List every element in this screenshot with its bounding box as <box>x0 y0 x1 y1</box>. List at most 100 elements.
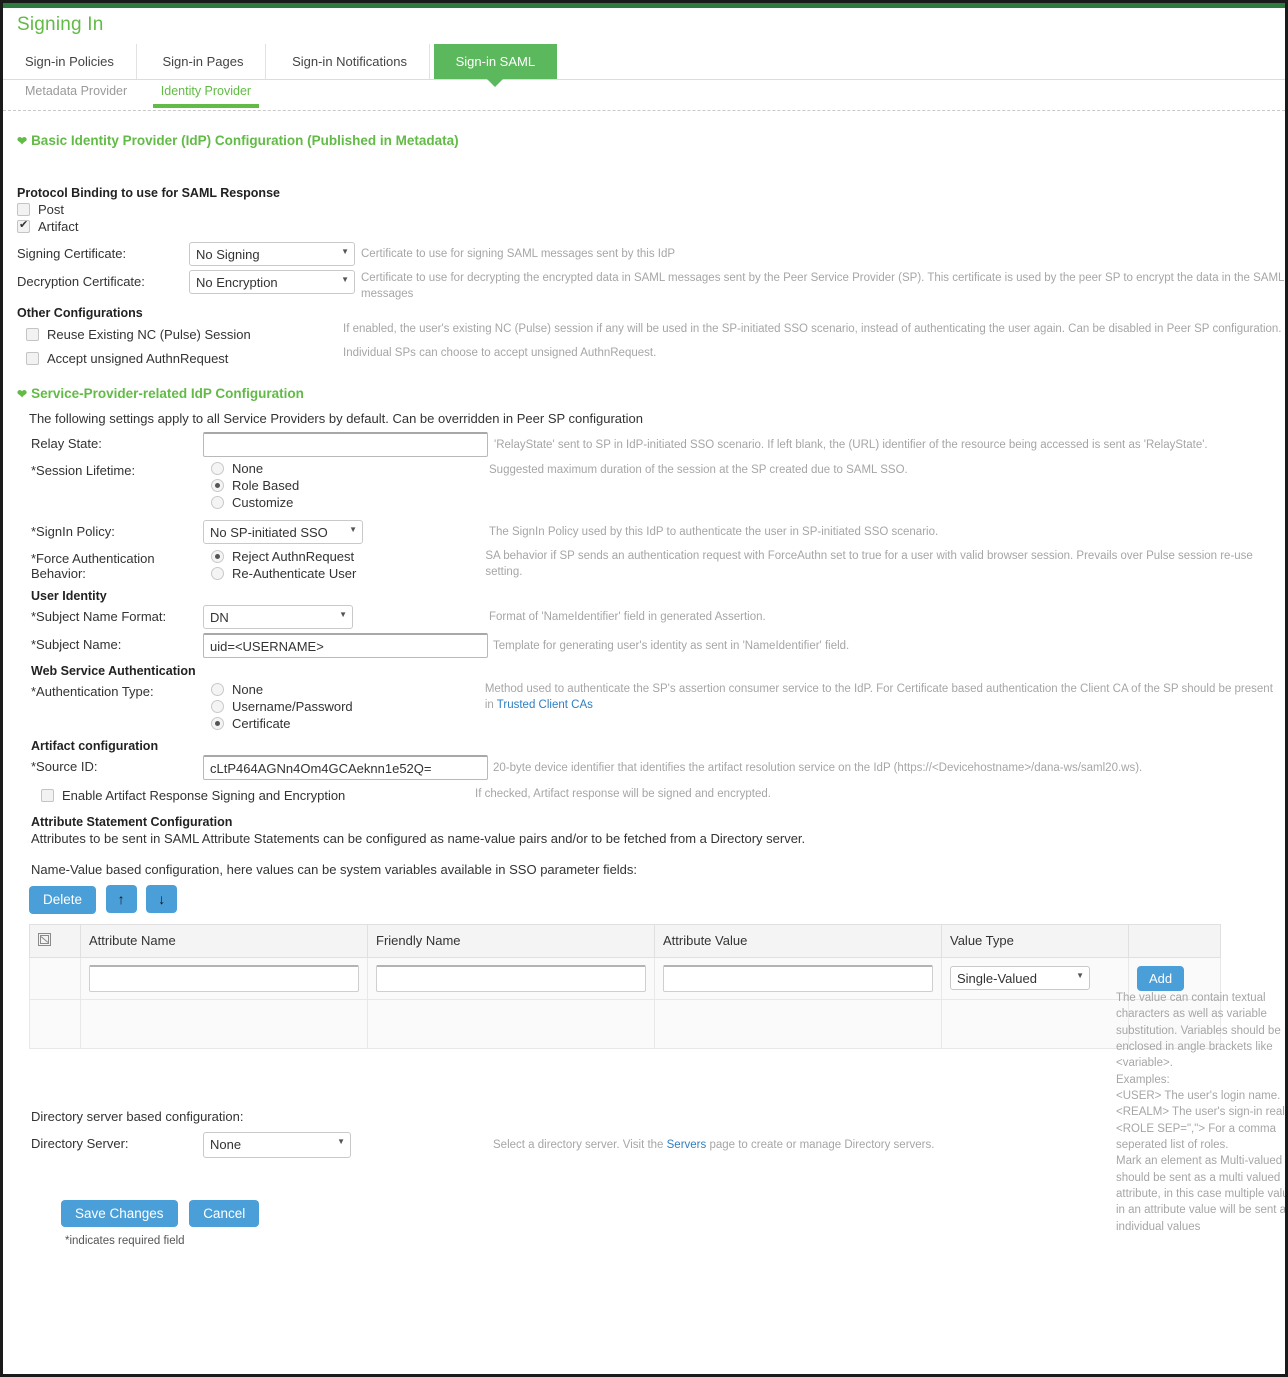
session-lifetime-label: *Session Lifetime: <box>31 463 136 479</box>
checkbox-enable-artifact-signing-row[interactable]: Enable Artifact Response Signing and Enc… <box>17 786 475 803</box>
subject-name-control <box>203 633 493 659</box>
accept-unsigned-row: Accept unsigned AuthnRequest Individual … <box>17 346 1285 368</box>
radio-session-lifetime-none-row[interactable]: None <box>211 461 489 476</box>
signing-certificate-row: Signing Certificate: No Signing Certific… <box>17 242 1285 266</box>
decryption-certificate-select[interactable]: No Encryption <box>189 270 355 294</box>
reuse-session-row: Reuse Existing NC (Pulse) Session If ena… <box>17 322 1285 344</box>
signin-policy-help: The SignIn Policy used by this IdP to au… <box>489 526 939 539</box>
relay-state-input[interactable] <box>203 432 488 458</box>
attribute-toolbar: Delete ↑ ↓ <box>29 885 1285 914</box>
save-changes-button[interactable]: Save Changes <box>61 1199 178 1228</box>
signin-policy-select[interactable]: No SP-initiated SSO <box>203 520 363 545</box>
tab-sign-in-saml[interactable]: Sign-in SAML <box>433 44 558 87</box>
subject-name-format-help: Format of 'NameIdentifier' field in gene… <box>489 611 766 624</box>
subject-name-format-select[interactable]: DN <box>203 605 353 630</box>
column-friendly-name: Friendly Name <box>367 923 655 958</box>
radio-session-lifetime-role-based-row[interactable]: Role Based <box>211 478 489 493</box>
add-button[interactable]: Add <box>1137 965 1185 991</box>
radio-reject-authnrequest[interactable] <box>211 550 224 564</box>
checkbox-reuse-session-row[interactable]: Reuse Existing NC (Pulse) Session <box>17 324 343 342</box>
directory-server-select[interactable]: None <box>203 1131 351 1158</box>
attributes-table: Attribute Name Friendly Name Attribute V… <box>29 923 1221 1049</box>
select-all-header[interactable] <box>29 923 81 958</box>
directory-server-help-text-2: page to create or manage Directory serve… <box>706 1138 935 1151</box>
new-row-select-cell <box>29 956 81 1000</box>
attributes-new-row: Single-Valued Add <box>29 956 1221 1000</box>
new-attribute-value-input[interactable] <box>663 964 933 992</box>
checkbox-enable-artifact-signing[interactable] <box>41 789 54 803</box>
servers-link[interactable]: Servers <box>667 1139 707 1151</box>
signing-certificate-label: Signing Certificate: <box>17 246 127 261</box>
value-type-select[interactable]: Single-Valued <box>950 966 1090 991</box>
radio-auth-username-password-row[interactable]: Username/Password <box>211 699 485 714</box>
source-id-help: 20-byte device identifier that identifie… <box>493 762 1143 775</box>
move-up-button[interactable]: ↑ <box>105 885 137 914</box>
checkbox-artifact-row[interactable]: Artifact <box>17 218 1285 234</box>
source-id-input[interactable] <box>203 755 488 781</box>
subject-name-format-control: DN <box>203 605 489 630</box>
empty-row-value-type-cell <box>941 998 1129 1049</box>
checkbox-post-row[interactable]: Post <box>17 202 1285 217</box>
signin-policy-label: *SignIn Policy: <box>31 524 115 540</box>
radio-session-lifetime-customize-label: Customize <box>232 495 294 511</box>
attributes-table-head: Attribute Name Friendly Name Attribute V… <box>29 923 1221 958</box>
checkbox-accept-unsigned-row[interactable]: Accept unsigned AuthnRequest <box>17 348 343 366</box>
protocol-binding-label: Protocol Binding to use for SAML Respons… <box>17 186 280 200</box>
new-friendly-name-input[interactable] <box>376 964 646 992</box>
attribute-statement-configuration-label: Attribute Statement Configuration <box>31 815 233 830</box>
decryption-certificate-row: Decryption Certificate: No Encryption Ce… <box>17 270 1285 302</box>
radio-re-authenticate-user-row[interactable]: Re-Authenticate User <box>211 566 485 581</box>
tab-sign-in-pages[interactable]: Sign-in Pages <box>141 44 267 79</box>
subject-name-input[interactable] <box>203 633 488 659</box>
subtab-identity-provider[interactable]: Identity Provider <box>152 80 260 108</box>
new-attribute-name-input[interactable] <box>89 964 359 992</box>
delete-button[interactable]: Delete <box>29 886 97 914</box>
decryption-certificate-label: Decryption Certificate: <box>17 274 145 289</box>
column-attribute-value: Attribute Value <box>654 923 942 958</box>
checkbox-reuse-existing-session[interactable] <box>26 328 39 342</box>
session-lifetime-row: *Session Lifetime: None Role Based Custo… <box>17 459 1285 512</box>
tab-sign-in-policies[interactable]: Sign-in Policies <box>3 44 137 79</box>
select-all-checkbox-icon[interactable] <box>38 932 51 946</box>
section-basic-idp-body: Protocol Binding to use for SAML Respons… <box>3 152 1285 368</box>
subject-name-format-label: *Subject Name Format: <box>31 609 167 625</box>
force-authentication-label-line2: Behavior: <box>31 566 86 582</box>
checkbox-accept-unsigned-authnrequest[interactable] <box>26 352 39 366</box>
radio-auth-none[interactable] <box>211 683 224 697</box>
radio-auth-username-password[interactable] <box>211 700 224 714</box>
source-id-label: *Source ID: <box>31 759 98 775</box>
new-row-attribute-name-cell <box>80 956 368 1000</box>
tab-sign-in-notifications[interactable]: Sign-in Notifications <box>270 44 430 79</box>
user-identity-label: User Identity <box>31 589 107 604</box>
radio-auth-none-row[interactable]: None <box>211 682 485 697</box>
decryption-certificate-control: No Encryption <box>189 270 355 294</box>
radio-session-lifetime-role-based-label: Role Based <box>232 478 300 494</box>
cancel-button[interactable]: Cancel <box>189 1199 260 1228</box>
authentication-type-help-text: Method used to authenticate the SP's ass… <box>484 683 1273 711</box>
force-authentication-help: SA behavior if SP sends an authenticatio… <box>485 550 1253 578</box>
checkbox-post-label: Post <box>38 202 65 217</box>
radio-session-lifetime-role-based[interactable] <box>211 479 224 493</box>
section-sp-related-header[interactable]: ❤ Service-Provider-related IdP Configurat… <box>3 370 1285 405</box>
signing-certificate-select[interactable]: No Signing <box>189 242 355 266</box>
accept-unsigned-help: Individual SPs can choose to accept unsi… <box>343 347 657 360</box>
checkbox-artifact[interactable] <box>17 218 30 233</box>
radio-reject-authnrequest-row[interactable]: Reject AuthnRequest <box>211 549 485 564</box>
checkbox-post[interactable] <box>17 203 30 216</box>
section-basic-idp-header[interactable]: ❤ Basic Identity Provider (IdP) Configura… <box>3 115 1285 152</box>
radio-session-lifetime-none[interactable] <box>211 462 224 476</box>
move-down-button[interactable]: ↓ <box>146 885 178 914</box>
radio-re-authenticate-user[interactable] <box>211 567 224 581</box>
trusted-client-cas-link[interactable]: Trusted Client CAs <box>497 699 593 711</box>
source-id-row: *Source ID: 20-byte device identifier th… <box>17 755 1285 781</box>
subtab-metadata-provider[interactable]: Metadata Provider <box>17 80 135 104</box>
radio-auth-certificate-label: Certificate <box>232 716 291 732</box>
radio-session-lifetime-customize[interactable] <box>211 496 224 510</box>
decryption-certificate-select-wrap: No Encryption <box>189 270 355 294</box>
other-configurations-label: Other Configurations <box>17 306 143 321</box>
radio-auth-certificate-row[interactable]: Certificate <box>211 716 485 731</box>
empty-row-attribute-name-cell <box>80 998 368 1049</box>
empty-row-select-cell <box>29 998 81 1049</box>
radio-session-lifetime-customize-row[interactable]: Customize <box>211 495 489 510</box>
radio-auth-certificate[interactable] <box>211 717 224 731</box>
